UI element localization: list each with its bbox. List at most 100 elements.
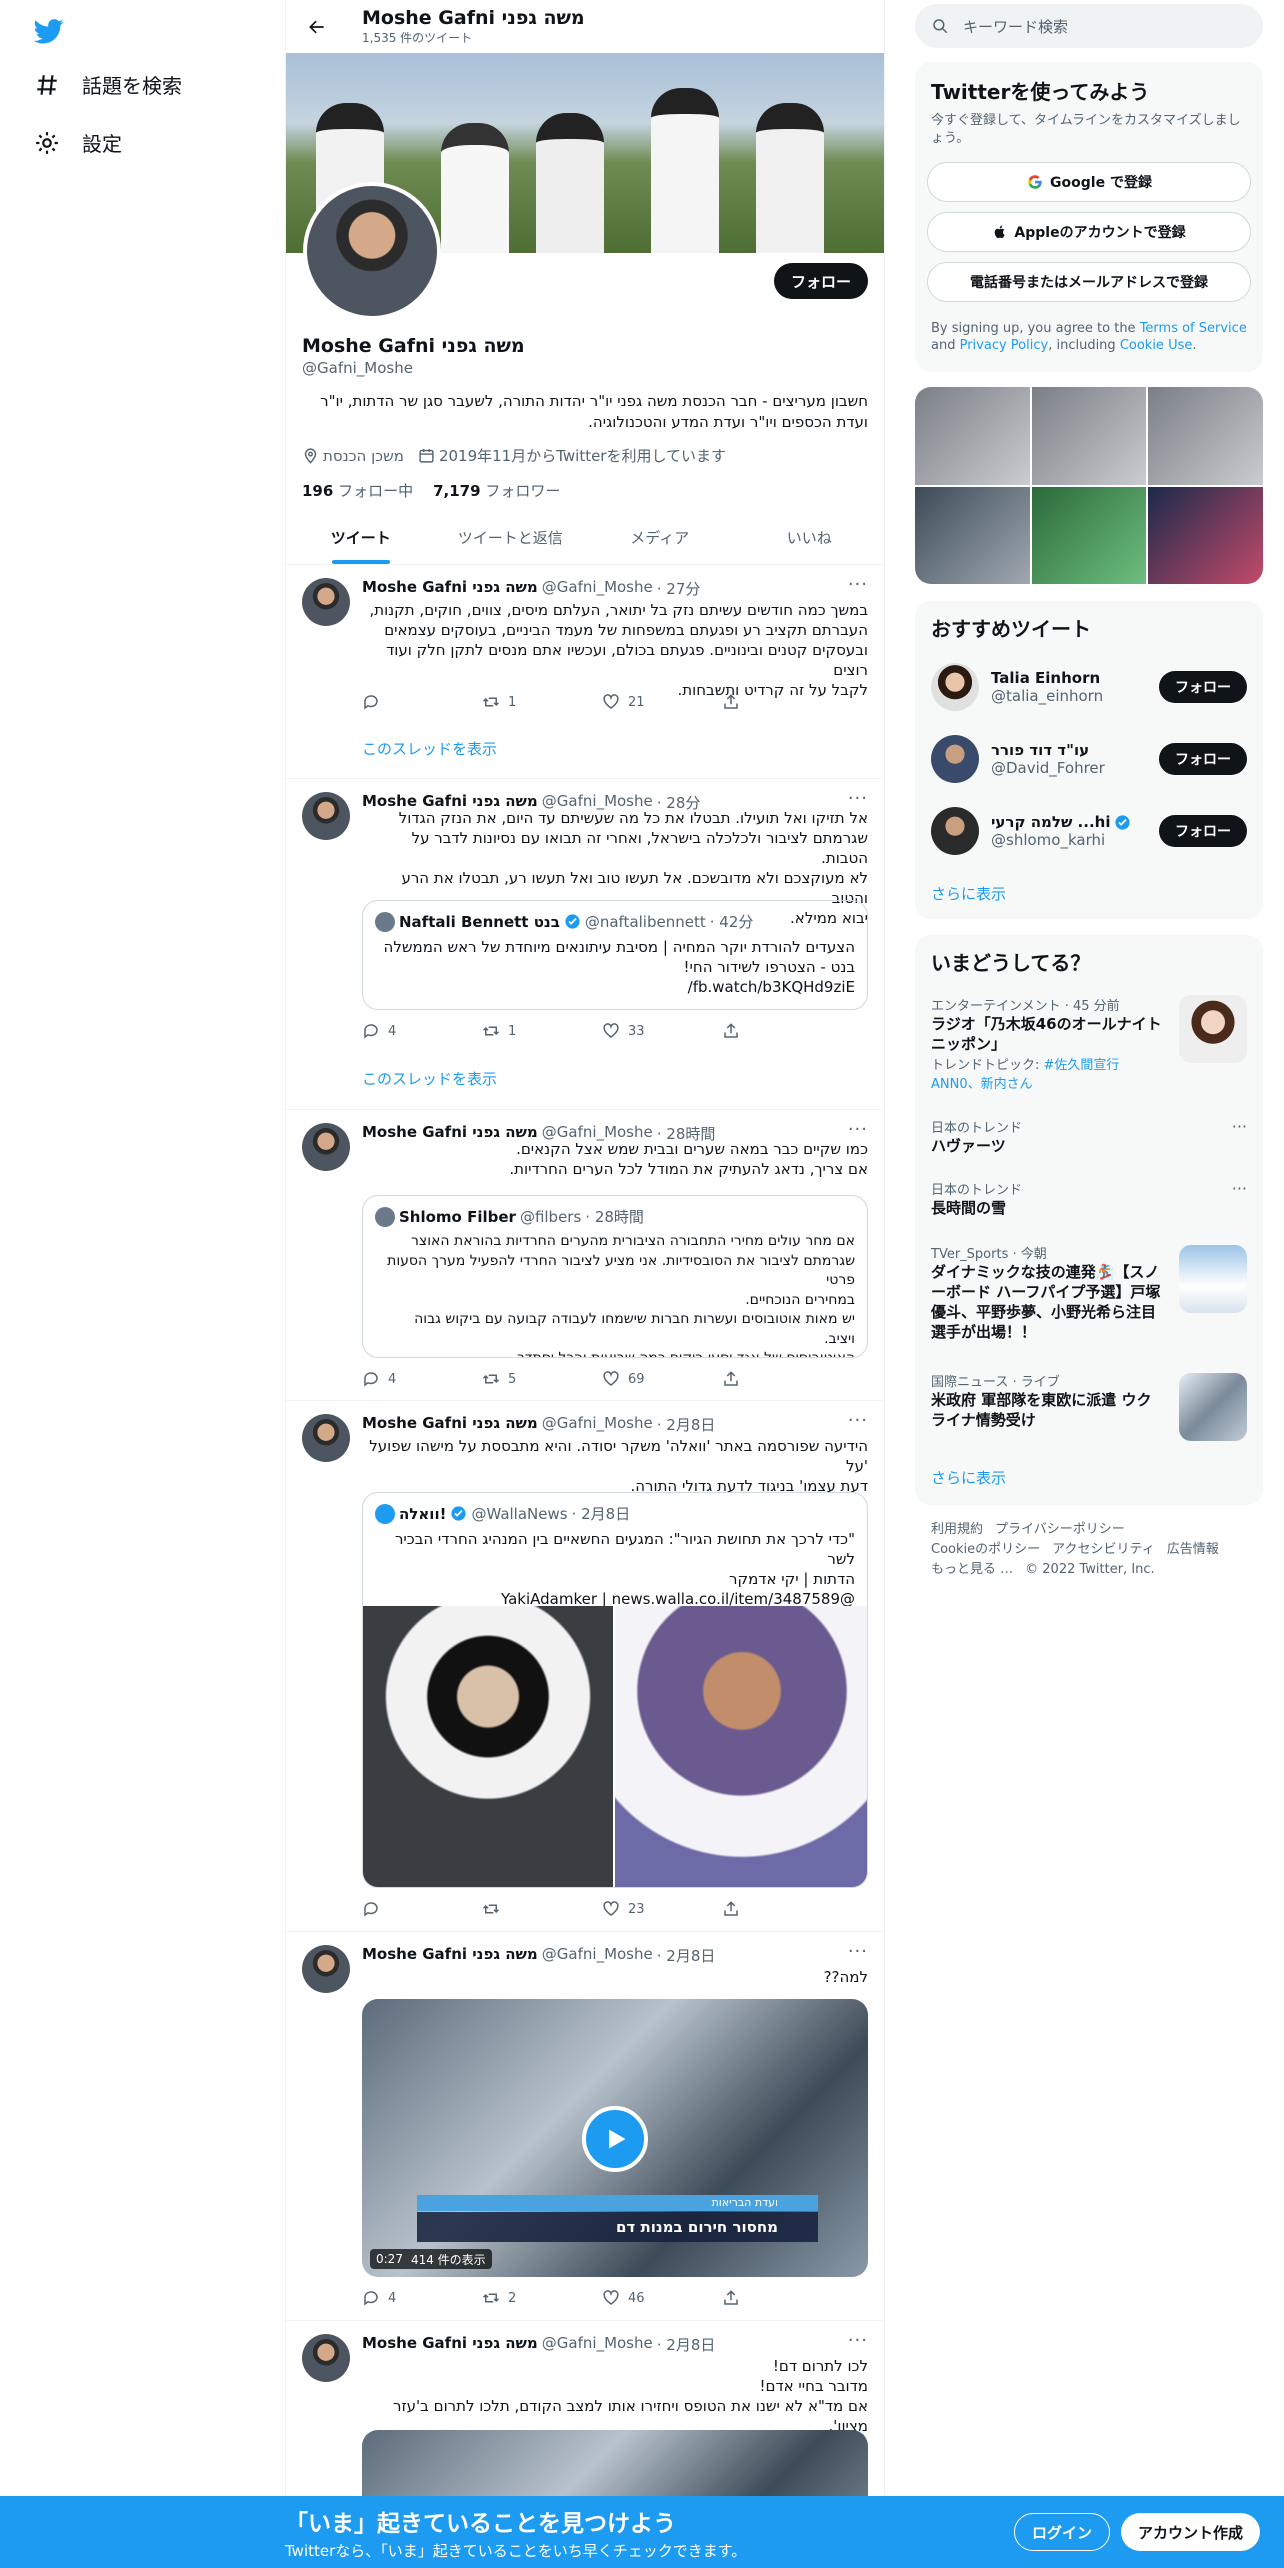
recommended-user[interactable]: שלמה קרעי ...hi @shlomo_karhi フォロー — [931, 803, 1247, 859]
quoted-tweet[interactable]: Shlomo Filber @filbers · 28時間 אם מחר עולים… — [362, 1195, 868, 1358]
follow-button[interactable]: フォロー — [773, 263, 868, 299]
quoted-tweet[interactable]: וואלה! @WallaNews · 2月8日 "כדי לרכך את תחוש… — [362, 1492, 868, 1888]
retweet-button[interactable] — [482, 1900, 562, 1918]
share-button[interactable] — [722, 1370, 802, 1388]
retweet-button[interactable]: 5 — [482, 1370, 562, 1388]
tab-media[interactable]: メディア — [585, 510, 735, 564]
google-signup-button[interactable]: Google で登録 — [927, 162, 1251, 202]
google-icon — [1028, 175, 1042, 189]
tweet-avatar[interactable] — [302, 2334, 350, 2382]
tweet[interactable]: Moshe Gafni משה גפני @Gafni_Moshe · 2月8日 ·… — [286, 1402, 884, 1932]
tweet-actions: 4 2 46 — [362, 2289, 802, 2307]
media-thumb[interactable] — [1148, 387, 1263, 485]
tweet[interactable]: Moshe Gafni משה גפני @Gafni_Moshe · 2月8日 ·… — [286, 1933, 884, 2321]
following-link[interactable]: 196 フォロー中 — [302, 480, 413, 501]
apple-signup-button[interactable]: Appleのアカウントで登録 — [927, 212, 1251, 252]
tweet[interactable]: Moshe Gafni משה גפני @Gafni_Moshe · 27分 ··… — [286, 566, 884, 779]
recommended-user[interactable]: עו"ד דוד פורר @David_Fohrer フォロー — [931, 731, 1247, 787]
more-icon[interactable]: ··· — [1232, 1179, 1247, 1198]
tweet-avatar[interactable] — [302, 792, 350, 840]
recommended-user[interactable]: Talia Einhorn @talia_einhorn フォロー — [931, 659, 1247, 715]
tweet-avatar[interactable] — [302, 1414, 350, 1462]
retweet-button[interactable]: 1 — [482, 1022, 562, 1040]
trend-item[interactable]: TVer_Sports · 今朝 ダイナミックな技の連発🏂【スノーボード ハーフ… — [931, 1243, 1247, 1343]
phone-email-signup-button[interactable]: 電話番号またはメールアドレスで登録 — [927, 262, 1251, 302]
more-icon[interactable]: ··· — [848, 1410, 868, 1431]
follow-button[interactable]: フォロー — [1159, 671, 1247, 703]
more-icon[interactable]: ··· — [1232, 1117, 1247, 1136]
like-button[interactable]: 23 — [602, 1900, 682, 1918]
trend-item[interactable]: 日本のトレンド 長時間の雪 ··· — [931, 1179, 1247, 1223]
cookie-link[interactable]: Cookie Use — [1120, 338, 1193, 353]
more-icon[interactable]: ··· — [848, 574, 868, 595]
follow-button[interactable]: フォロー — [1159, 743, 1247, 775]
signup-button[interactable]: アカウント作成 — [1121, 2513, 1261, 2551]
tweet-avatar[interactable] — [302, 1945, 350, 1993]
show-more-link[interactable]: さらに表示 — [931, 883, 1006, 904]
tab-likes[interactable]: いいね — [735, 510, 885, 564]
show-more-link[interactable]: さらに表示 — [931, 1467, 1006, 1488]
reply-button[interactable]: 4 — [362, 1370, 442, 1388]
profile-header-bar: Moshe Gafni משה גפני 1,535 件のツイート — [286, 0, 884, 53]
quote-image-right[interactable] — [615, 1606, 867, 1887]
nav-settings[interactable]: 設定 — [34, 128, 122, 157]
tweet[interactable]: Moshe Gafni משה גפני @Gafni_Moshe · 28時間 ·… — [286, 1111, 884, 1401]
twitter-logo-icon[interactable] — [32, 16, 66, 46]
more-icon[interactable]: ··· — [848, 1941, 868, 1962]
share-button[interactable] — [722, 1900, 802, 1918]
quoted-tweet[interactable]: Naftali Bennett בנט @naftalibennett · 42分 … — [362, 900, 868, 1010]
footer-link[interactable]: プライバシーポリシー — [995, 1522, 1125, 1537]
trend-item[interactable]: 日本のトレンド ハヴァーツ ··· — [931, 1117, 1247, 1161]
login-button[interactable]: ログイン — [1014, 2513, 1111, 2551]
footer-link[interactable]: アクセシビリティ — [1052, 1542, 1155, 1557]
tab-tweets[interactable]: ツイート — [286, 510, 436, 564]
media-thumb[interactable] — [1031, 486, 1147, 584]
like-button[interactable]: 46 — [602, 2289, 682, 2307]
more-icon[interactable]: ··· — [848, 788, 868, 809]
share-button[interactable] — [722, 693, 802, 711]
verified-badge-icon — [451, 1506, 467, 1521]
reply-button[interactable] — [362, 1900, 442, 1918]
quote-image-left[interactable] — [363, 1606, 613, 1887]
follow-button[interactable]: フォロー — [1159, 815, 1247, 847]
show-thread-link[interactable]: このスレッドを表示 — [362, 738, 497, 759]
footer-link[interactable]: もっと見る … — [931, 1562, 1013, 1577]
footer-link[interactable]: 利用規約 — [931, 1522, 983, 1537]
reply-button[interactable]: 4 — [362, 1022, 442, 1040]
tab-tweets-and-replies[interactable]: ツイートと返信 — [436, 510, 586, 564]
footer-link[interactable]: Cookieのポリシー — [931, 1542, 1040, 1557]
like-button[interactable]: 21 — [602, 693, 682, 711]
media-thumb[interactable] — [1031, 387, 1147, 485]
media-thumb[interactable] — [1148, 486, 1263, 584]
trend-item[interactable]: 国際ニュース · ライブ 米政府 軍部隊を東欧に派遣 ウクライナ情勢受け — [931, 1371, 1247, 1441]
tweet-avatar[interactable] — [302, 578, 350, 626]
followers-link[interactable]: 7,179 フォロワー — [433, 480, 560, 501]
video-player[interactable]: ועדת הבריאות מחסור חירום במנות דם 0:27 41… — [362, 1999, 868, 2277]
more-icon[interactable]: ··· — [848, 1119, 868, 1140]
privacy-link[interactable]: Privacy Policy — [960, 338, 1049, 353]
like-button[interactable]: 69 — [602, 1370, 682, 1388]
show-thread-link[interactable]: このスレッドを表示 — [362, 1068, 497, 1089]
trend-item[interactable]: エンターテインメント · 45 分前 ラジオ「乃木坂46のオールナイトニッポン」… — [931, 995, 1247, 1095]
share-button[interactable] — [722, 1022, 802, 1040]
reply-button[interactable]: 4 — [362, 2289, 442, 2307]
search-box[interactable]: キーワード検索 — [915, 4, 1263, 48]
search-input[interactable]: キーワード検索 — [963, 16, 1068, 37]
media-thumb[interactable] — [915, 387, 1030, 485]
tweet[interactable]: Moshe Gafni משה גפני @Gafni_Moshe · 28分 ··… — [286, 780, 884, 1110]
tweet-avatar[interactable] — [302, 1123, 350, 1171]
terms-link[interactable]: Terms of Service — [1140, 321, 1247, 336]
media-thumb[interactable] — [915, 486, 1030, 584]
back-button[interactable] — [302, 12, 332, 42]
play-button[interactable] — [582, 2106, 648, 2172]
retweet-button[interactable]: 1 — [482, 693, 562, 711]
follow-counts: 196 フォロー中 7,179 フォロワー — [302, 480, 868, 501]
profile-avatar[interactable] — [303, 182, 441, 320]
reply-button[interactable] — [362, 693, 442, 711]
footer-link[interactable]: 広告情報 — [1167, 1542, 1219, 1557]
more-icon[interactable]: ··· — [848, 2330, 868, 2351]
like-button[interactable]: 33 — [602, 1022, 682, 1040]
share-button[interactable] — [722, 2289, 802, 2307]
retweet-button[interactable]: 2 — [482, 2289, 562, 2307]
nav-explore[interactable]: 話題を検索 — [34, 70, 182, 99]
